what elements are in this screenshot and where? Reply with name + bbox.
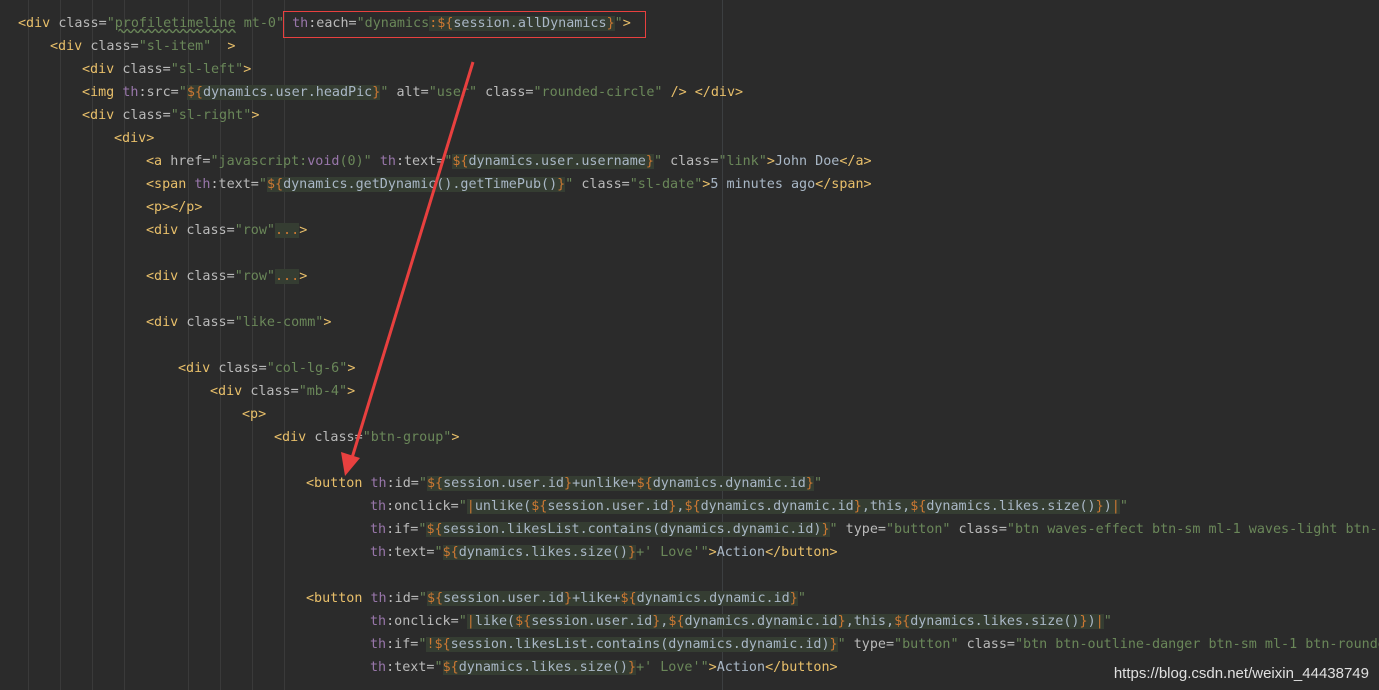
annotation-arrow <box>341 61 475 476</box>
watermark: https://blog.csdn.net/weixin_44438749 <box>1113 665 1369 682</box>
code-editor[interactable]: <div class="profiletimeline mt-0" th:eac… <box>0 0 1379 690</box>
